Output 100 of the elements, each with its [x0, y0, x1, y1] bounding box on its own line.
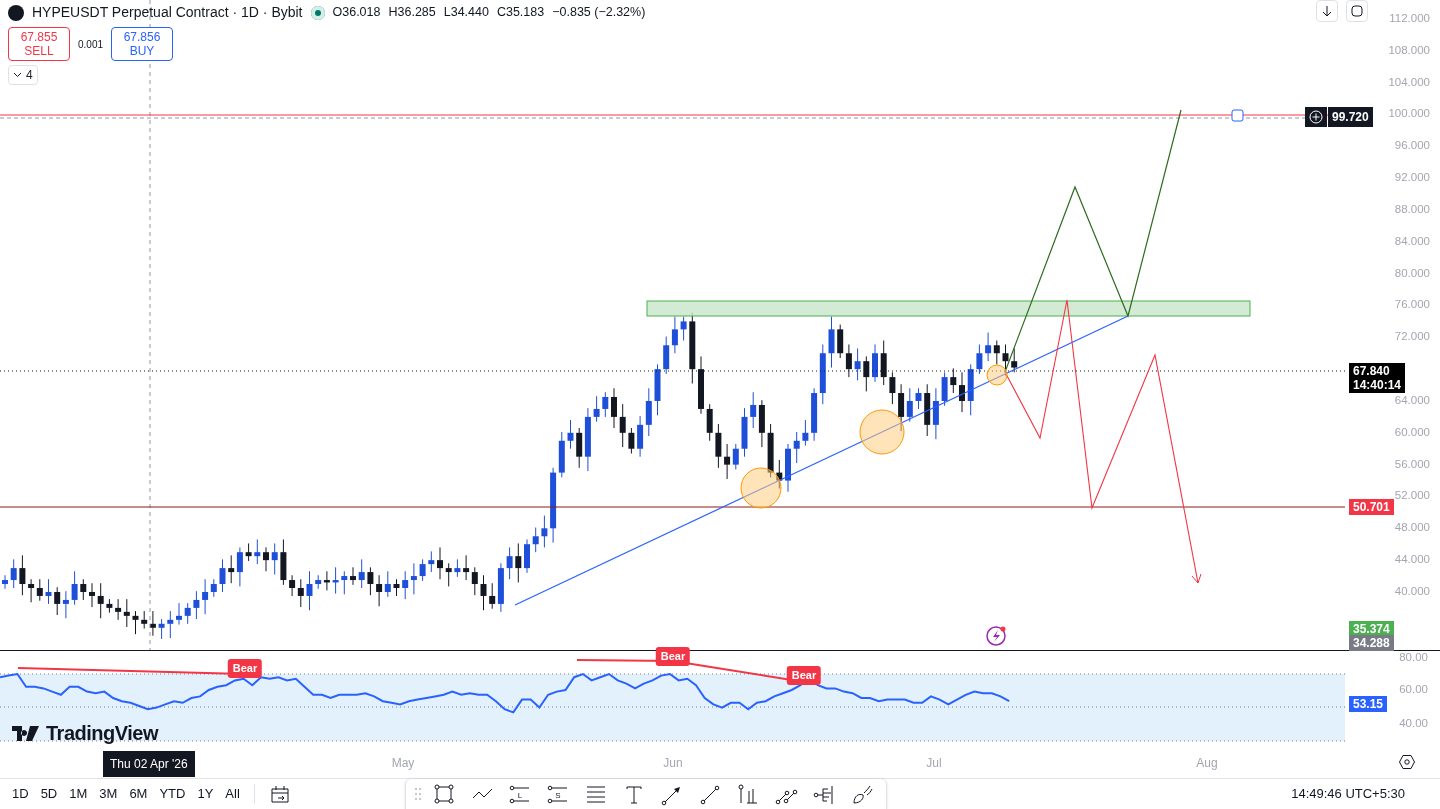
exchange-logo-icon [8, 4, 24, 21]
candle [515, 542, 522, 583]
range-button[interactable]: YTD [155, 782, 190, 806]
price-tick: 52.000 [1394, 488, 1430, 504]
price-tick: 108.000 [1388, 43, 1430, 59]
candle [802, 419, 809, 447]
candle [567, 419, 574, 450]
logo-text: TradingView [46, 721, 158, 746]
candle [428, 550, 435, 573]
candle [619, 403, 626, 448]
candle [332, 566, 339, 595]
scroll-down-button[interactable] [1316, 0, 1338, 22]
candle [350, 566, 356, 586]
ohlc-value: C35.183 [496, 4, 545, 22]
ohlc-value: O36.018 [332, 4, 381, 22]
candle [941, 371, 948, 407]
range-button[interactable]: 1Y [193, 782, 218, 806]
candle [741, 407, 748, 458]
drag-handle-icon [413, 787, 422, 801]
candle [776, 459, 783, 489]
calendar-icon [269, 785, 290, 803]
price-tick: 72.000 [1394, 329, 1430, 345]
time-label: Jul [926, 755, 942, 772]
range-button[interactable]: 1D [8, 782, 33, 806]
candle [593, 395, 600, 423]
rsi-tick: 80.00 [1399, 650, 1428, 666]
range-button[interactable]: 1M [65, 782, 92, 806]
fullscreen-button[interactable] [1346, 0, 1368, 22]
buy-button[interactable]: 67.856 BUY [111, 27, 174, 61]
candle [306, 570, 313, 611]
price-tick: 60.000 [1394, 425, 1430, 441]
range-button[interactable]: 5D [36, 782, 62, 806]
candle [872, 344, 878, 383]
highlight-circle [986, 364, 1008, 386]
candle [419, 558, 426, 582]
line-handle [1231, 109, 1244, 122]
candle [454, 558, 461, 578]
price-tick: 48.000 [1394, 520, 1430, 536]
candle [219, 558, 226, 593]
candle [184, 602, 191, 625]
price-tick: 76.000 [1394, 297, 1430, 313]
divergence-label: Bear [655, 647, 691, 666]
candle [715, 423, 722, 469]
candle [532, 527, 539, 553]
down-arrow-icon [1322, 5, 1332, 17]
candle [611, 387, 617, 429]
candle [158, 618, 165, 640]
candle [106, 598, 113, 614]
price-tick: 44.000 [1394, 552, 1430, 568]
price-tick: 96.000 [1394, 138, 1430, 154]
candle [967, 363, 974, 416]
time-label: Aug [1196, 755, 1218, 772]
brand-logo-icon [12, 725, 42, 741]
price-tick: 64.000 [1394, 393, 1430, 409]
sell-button[interactable]: 67.855 SELL [8, 27, 70, 61]
add-order-button[interactable] [1305, 107, 1327, 127]
candle [706, 403, 713, 442]
price-tick: 56.000 [1394, 457, 1430, 472]
candle [341, 570, 348, 595]
candle [541, 515, 548, 548]
candle [71, 570, 78, 606]
candle [193, 590, 200, 620]
highlight-circle [740, 467, 782, 509]
candle [45, 578, 52, 605]
candle [19, 554, 26, 596]
candle [1011, 347, 1018, 373]
range-button[interactable]: 6M [125, 782, 152, 806]
candle [915, 387, 922, 410]
candle [367, 566, 374, 596]
fullscreen-icon [1351, 5, 1363, 17]
indicators-toggle[interactable]: 4 [8, 65, 38, 85]
highlight-circle [859, 409, 905, 455]
candle [80, 578, 87, 601]
candle [176, 602, 182, 626]
chevron-icon [13, 72, 22, 78]
lightning-icon [986, 626, 1006, 646]
candle [524, 538, 530, 574]
candle [950, 367, 957, 394]
candle [263, 546, 269, 572]
price-label: 34.288 [1349, 635, 1394, 651]
candle [793, 431, 800, 464]
price-tick: 80.000 [1394, 266, 1430, 281]
price-tick: 100.000 [1388, 106, 1430, 122]
candle [245, 542, 252, 562]
last-price-label: 67.840 14:40:14 [1349, 363, 1406, 393]
price-tick: 40.000 [1394, 584, 1430, 600]
candle [602, 391, 609, 418]
candle [167, 610, 174, 639]
candle [89, 582, 95, 608]
candle [889, 371, 896, 405]
range-button[interactable]: 3M [95, 782, 122, 806]
candle [10, 558, 17, 589]
range-button[interactable]: All [221, 782, 244, 806]
candle [358, 558, 365, 589]
rsi-value-label: 53.15 [1349, 696, 1388, 712]
time-label: Jun [663, 755, 683, 772]
candle [680, 316, 687, 341]
price-label: 50.701 [1349, 499, 1394, 515]
time-label: May [391, 755, 415, 772]
price-tick: 92.000 [1394, 170, 1430, 186]
